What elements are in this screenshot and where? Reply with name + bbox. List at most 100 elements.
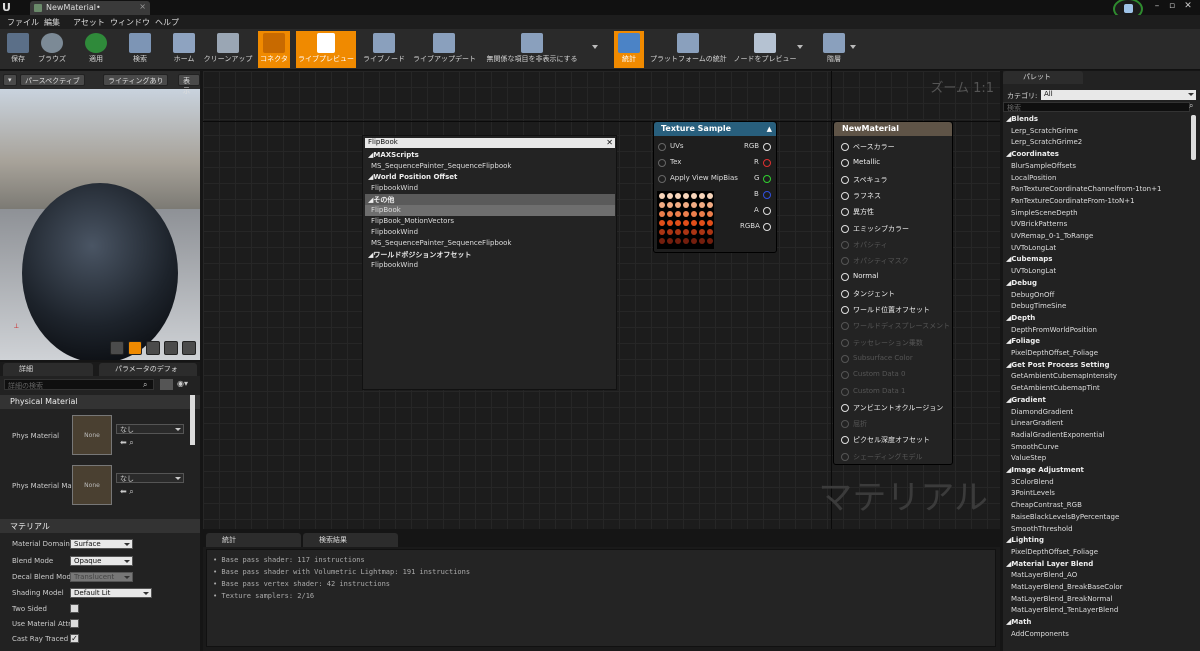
palette-item[interactable]: LinearGradient [1011,419,1063,427]
view-options-icon[interactable] [160,379,173,390]
palette-item[interactable]: DiamondGradient [1011,408,1073,416]
preview-viewport[interactable]: ▾ パースペクティブ ライティングあり 表示 ⟂ [0,71,200,360]
mipbias-input-pin[interactable] [658,175,666,183]
material-input-pin[interactable] [841,175,849,184]
material-input-pin[interactable] [841,452,849,461]
palette-item[interactable]: PixelDepthOffset_Foliage [1011,349,1098,357]
material-input-pin[interactable] [841,240,849,249]
material-input-pin[interactable] [841,436,849,445]
physical-material-section[interactable]: Physical Material [0,395,200,409]
palette-category[interactable]: ◢Depth [1006,314,1035,322]
phys-material-mask-select[interactable]: なし [116,473,184,483]
perspective-button[interactable]: パースペクティブ [20,74,85,86]
palette-item[interactable]: PixelDepthOffset_Foliage [1011,548,1098,556]
r-output-pin[interactable] [763,159,771,167]
phys-material-select[interactable]: なし [116,424,184,434]
home-button[interactable]: ホーム [170,31,198,68]
details-scrollbar[interactable] [190,395,195,445]
cast-ray-traced-checkbox[interactable]: ✓ [70,634,79,643]
material-input-pin[interactable] [841,306,849,314]
tab-stats[interactable]: 統計 [206,533,301,547]
tab-parameter-defaults[interactable]: パラメータのデフォ [99,363,197,376]
palette-category[interactable]: ◢Debug [1006,279,1037,287]
material-input-pin[interactable] [841,159,849,168]
save-button[interactable]: 保存 [4,31,32,68]
menu-category[interactable]: ◢その他 [365,194,615,205]
material-input-pin[interactable] [841,371,849,380]
use-material-attributes-checkbox[interactable] [70,619,79,628]
a-output-pin[interactable] [763,207,771,215]
search-button[interactable]: 検索 [126,31,154,68]
material-input-pin[interactable] [841,420,849,429]
palette-item[interactable]: Lerp_ScratchGrime [1011,127,1078,135]
palette-category[interactable]: ◢Material Layer Blend [1006,560,1093,568]
connector-button[interactable]: コネクタ [258,31,290,68]
material-input-pin[interactable] [841,403,849,412]
palette-item[interactable]: AddComponents [1011,630,1069,638]
sphere-shape-button[interactable] [128,341,142,355]
g-output-pin[interactable] [763,175,771,183]
palette-category[interactable]: ◢Foliage [1006,337,1040,345]
category-select[interactable]: All [1041,90,1196,100]
palette-item[interactable]: SimpleSceneDepth [1011,209,1078,217]
preview-node-button[interactable]: ノードをプレビュー [733,31,797,68]
palette-item[interactable]: 3ColorBlend [1011,478,1054,486]
palette-item[interactable]: RaiseBlackLevelsByPercentage [1011,513,1119,521]
palette-category[interactable]: ◢Lighting [1006,536,1044,544]
material-input-pin[interactable] [841,191,849,200]
palette-item[interactable]: UVToLongLat [1011,244,1056,252]
decal-blend-mode-select[interactable]: Translucent [70,572,133,582]
material-graph[interactable]: ズーム 1:1 マテリアル FlipBook ✕ ◢MAXScripts MS_S… [203,71,1000,529]
menu-item[interactable]: MS_SequencePainter_SequenceFlipbook [365,238,615,249]
mesh-shape-button[interactable] [182,341,196,355]
palette-category[interactable]: ◢Get Post Process Setting [1006,361,1110,369]
browse-button[interactable]: ブラウズ [35,31,69,68]
material-input-pin[interactable] [841,322,849,331]
stats-button[interactable]: 統計 [614,31,644,68]
live-preview-button[interactable]: ライブプレビュー [296,31,356,68]
tab-details[interactable]: 詳細 [3,363,93,376]
close-window-icon[interactable]: ✕ [1181,0,1195,12]
material-input-pin[interactable] [841,208,849,217]
uvs-input-pin[interactable] [658,143,666,151]
palette-category[interactable]: ◢Coordinates [1006,150,1059,158]
collapse-icon[interactable]: ▲ [767,125,772,133]
texture-sample-node[interactable]: Texture Sample ▲ UVs Tex Apply View MipB… [653,121,777,253]
cube-shape-button[interactable] [164,341,178,355]
palette-item[interactable]: GetAmbientCubemapIntensity [1011,372,1117,380]
palette-item[interactable]: UVToLongLat [1011,267,1056,275]
menu-item[interactable]: FlipbookWind [365,227,615,238]
two-sided-checkbox[interactable] [70,604,79,613]
palette-scrollbar[interactable] [1191,115,1196,160]
palette-item[interactable]: MatLayerBlend_AO [1011,571,1077,579]
menu-item[interactable]: MS_SequencePainter_SequenceFlipbook [365,161,615,172]
material-input-pin[interactable] [841,224,849,233]
palette-item[interactable]: UVRemap_0-1_ToRange [1011,232,1093,240]
live-update-button[interactable]: ライブアップデート [413,31,476,68]
b-output-pin[interactable] [763,191,771,199]
palette-item[interactable]: CheapContrast_RGB [1011,501,1082,509]
menu-category[interactable]: ◢ワールドポジションオフセット [365,249,615,260]
rgb-output-pin[interactable] [763,143,771,151]
menu-help[interactable]: ヘルプ [155,17,179,28]
menu-item[interactable]: FlipBook_MotionVectors [365,216,615,227]
palette-item[interactable]: BlurSampleOffsets [1011,162,1076,170]
apply-button[interactable]: 適用 [82,31,110,68]
tab-palette[interactable]: パレット [1003,71,1083,84]
menu-item-selected[interactable]: FlipBook [365,205,615,216]
palette-item[interactable]: Lerp_ScratchGrime2 [1011,138,1082,146]
palette-item[interactable]: UVBrickPatterns [1011,220,1067,228]
menu-item[interactable]: FlipbookWind [365,183,615,194]
rgba-output-pin[interactable] [763,223,771,231]
minimize-icon[interactable]: – [1150,0,1164,12]
palette-item[interactable]: RadialGradientExponential [1011,431,1105,439]
maximize-icon[interactable]: ▫ [1165,0,1179,12]
palette-category[interactable]: ◢Math [1006,618,1031,626]
palette-category[interactable]: ◢Blends [1006,115,1038,123]
palette-item[interactable]: MatLayerBlend_BreakBaseColor [1011,583,1123,591]
palette-item[interactable]: DebugTimeSine [1011,302,1066,310]
live-node-button[interactable]: ライブノード [362,31,406,68]
palette-category[interactable]: ◢Gradient [1006,396,1046,404]
palette-item[interactable]: PanTextureCoordinateFrom-1toN+1 [1011,197,1135,205]
material-input-pin[interactable] [841,338,849,347]
